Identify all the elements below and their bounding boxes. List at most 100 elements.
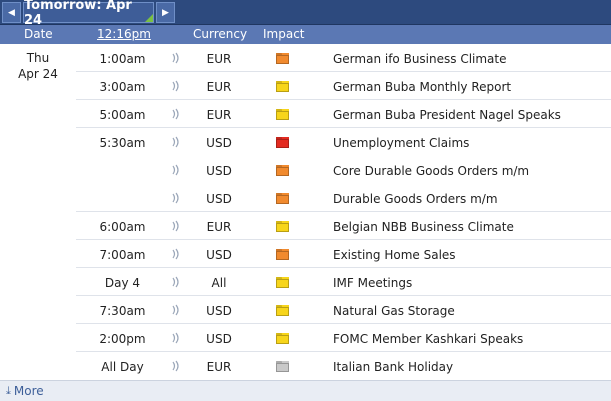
event-time: All Day [101,360,144,374]
event-title[interactable]: German Buba Monthly Report [333,80,511,94]
event-title[interactable]: IMF Meetings [333,276,412,290]
impact-level-icon [276,137,289,148]
impact-folder-icon[interactable] [276,333,289,344]
event-time: 3:00am [99,80,146,94]
impact-level-icon [276,361,289,372]
event-row[interactable]: USD Core Durable Goods Orders m/m [0,156,611,184]
event-time: 2:00pm [99,332,146,346]
sound-alert-icon[interactable] [170,247,182,261]
sound-alert-icon[interactable] [170,219,182,233]
event-time: 7:30am [99,304,146,318]
impact-folder-icon[interactable] [276,53,289,64]
event-row[interactable]: 2:00pm USD FOMC Member Kashkari Speaks [0,324,611,352]
event-time: 7:00am [99,248,146,262]
event-row[interactable]: USD Durable Goods Orders m/m [0,184,611,212]
time-column-header[interactable]: 12:16pm [97,27,151,41]
impact-folder-icon[interactable] [276,81,289,92]
sound-alert-icon[interactable] [170,303,182,317]
more-link[interactable]: ⤓ More [6,384,44,398]
next-day-button[interactable]: ▶ [156,2,175,23]
event-currency: USD [206,304,232,318]
column-header-row: Date 12:16pm Currency Impact [0,25,611,44]
impact-folder-icon[interactable] [276,165,289,176]
sound-alert-icon[interactable] [170,135,182,149]
impact-folder-icon[interactable] [276,193,289,204]
impact-level-icon [276,305,289,316]
event-title[interactable]: German Buba President Nagel Speaks [333,108,561,122]
event-row[interactable]: Day 4 All IMF Meetings [0,268,611,296]
sound-alert-icon[interactable] [170,275,182,289]
event-row[interactable]: 1:00am EUR German ifo Business Climate [0,44,611,72]
impact-folder-icon[interactable] [276,109,289,120]
event-title[interactable]: FOMC Member Kashkari Speaks [333,332,523,346]
impact-level-icon [276,109,289,120]
event-currency: USD [206,248,232,262]
event-currency: USD [206,192,232,206]
impact-folder-icon[interactable] [276,249,289,260]
event-time: 6:00am [99,220,146,234]
impact-folder-icon[interactable] [276,221,289,232]
sound-alert-icon[interactable] [170,331,182,345]
event-title[interactable]: Italian Bank Holiday [333,360,453,374]
event-title[interactable]: Durable Goods Orders m/m [333,192,498,206]
sound-alert-icon[interactable] [170,163,182,177]
day-selector[interactable]: Tomorrow: Apr 24 [23,0,154,28]
event-title[interactable]: Core Durable Goods Orders m/m [333,164,529,178]
download-arrow-icon: ⤓ [6,384,11,397]
chevron-left-icon: ◀ [8,7,15,18]
event-row[interactable]: 3:00am EUR German Buba Monthly Report [0,72,611,100]
date-column-header: Date [24,27,53,41]
impact-level-icon [276,53,289,64]
event-list: 1:00am EUR German ifo Business Climate 3:00… [0,44,611,380]
sound-alert-icon[interactable] [170,51,182,65]
footer-bar: ⤓ More [0,380,611,401]
event-title[interactable]: Existing Home Sales [333,248,456,262]
impact-level-icon [276,249,289,260]
event-title[interactable]: Belgian NBB Business Climate [333,220,514,234]
event-time: 1:00am [99,52,146,66]
calendar-nav-bar: ◀ Tomorrow: Apr 24 ▶ [0,0,611,28]
event-time: Day 4 [104,276,141,290]
event-currency: All [211,276,227,290]
event-currency: EUR [206,108,232,122]
event-row[interactable]: 7:00am USD Existing Home Sales [0,240,611,268]
impact-level-icon [276,221,289,232]
more-label: More [13,384,44,398]
impact-folder-icon[interactable] [276,305,289,316]
event-row[interactable]: 6:00am EUR Belgian NBB Business Climate [0,212,611,240]
previous-day-button[interactable]: ◀ [2,2,21,23]
event-time: 5:00am [99,108,146,122]
event-currency: EUR [206,80,232,94]
event-time: 5:30am [99,136,146,150]
sound-alert-icon[interactable] [170,107,182,121]
event-row[interactable]: All Day EUR Italian Bank Holiday [0,352,611,380]
impact-level-icon [276,277,289,288]
event-currency: EUR [206,52,232,66]
impact-column-header: Impact [263,27,305,41]
currency-column-header: Currency [193,27,248,41]
event-currency: USD [206,164,232,178]
event-currency: EUR [206,220,232,234]
corner-marker-icon [145,14,153,22]
event-title[interactable]: Unemployment Claims [333,136,469,150]
sound-alert-icon[interactable] [170,191,182,205]
impact-level-icon [276,333,289,344]
impact-level-icon [276,193,289,204]
event-row[interactable]: 5:00am EUR German Buba President Nagel Spe… [0,100,611,128]
impact-folder-icon[interactable] [276,361,289,372]
impact-folder-icon[interactable] [276,277,289,288]
day-title: Tomorrow: Apr 24 [24,0,132,28]
sound-alert-icon[interactable] [170,79,182,93]
event-currency: USD [206,136,232,150]
event-currency: EUR [206,360,232,374]
sound-alert-icon[interactable] [170,359,182,373]
event-title[interactable]: German ifo Business Climate [333,52,507,66]
event-currency: USD [206,332,232,346]
event-row[interactable]: 5:30am USD Unemployment Claims [0,128,611,156]
event-title[interactable]: Natural Gas Storage [333,304,455,318]
chevron-right-icon: ▶ [162,7,169,18]
impact-level-icon [276,81,289,92]
event-row[interactable]: 7:30am USD Natural Gas Storage [0,296,611,324]
impact-folder-icon[interactable] [276,137,289,148]
impact-level-icon [276,165,289,176]
